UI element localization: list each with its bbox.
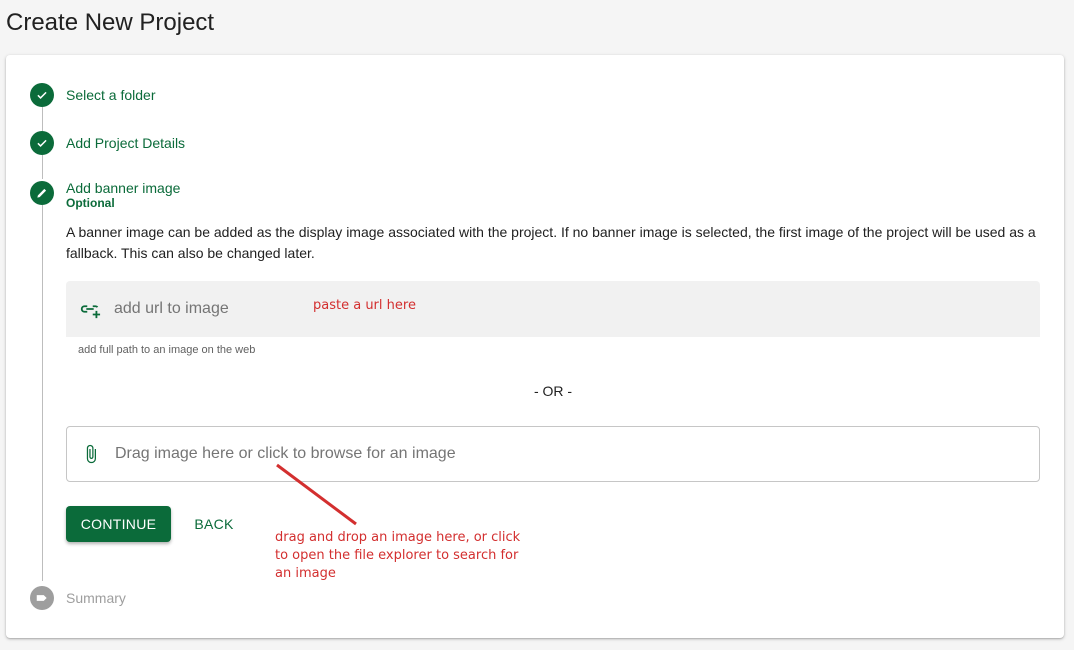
- url-hint: add full path to an image on the web: [78, 344, 256, 356]
- url-input[interactable]: [114, 300, 294, 318]
- step-connector: [42, 155, 43, 179]
- image-drop-zone[interactable]: Drag image here or click to browse for a…: [66, 426, 1040, 482]
- link-add-icon: [78, 297, 102, 321]
- step-2-label[interactable]: Add Project Details: [66, 135, 185, 151]
- step-4-summary-icon: [30, 586, 54, 610]
- back-button[interactable]: BACK: [186, 506, 242, 542]
- annotation-url-note: paste a url here: [313, 298, 416, 313]
- step-4-label: Summary: [66, 590, 126, 606]
- step-1-label[interactable]: Select a folder: [66, 87, 156, 103]
- step-1-check-icon[interactable]: [30, 83, 54, 107]
- step-3-pencil-icon: [30, 181, 54, 205]
- page-title: Create New Project: [6, 9, 215, 36]
- annotation-drop-note: drag and drop an image here, or click to…: [275, 530, 521, 581]
- step-3-label: Add banner image: [66, 180, 181, 196]
- banner-description: A banner image can be added as the displ…: [66, 224, 1036, 261]
- url-field[interactable]: paste a url here: [66, 281, 1040, 337]
- or-separator: - OR -: [533, 383, 573, 399]
- drop-zone-text: Drag image here or click to browse for a…: [115, 445, 456, 462]
- step-connector: [42, 107, 43, 131]
- step-2-check-icon[interactable]: [30, 131, 54, 155]
- stepper-card: Select a folder Add Project Details Add …: [6, 55, 1064, 638]
- continue-button[interactable]: CONTINUE: [66, 506, 171, 542]
- step-3-optional: Optional: [66, 196, 115, 210]
- paperclip-icon: [79, 442, 103, 466]
